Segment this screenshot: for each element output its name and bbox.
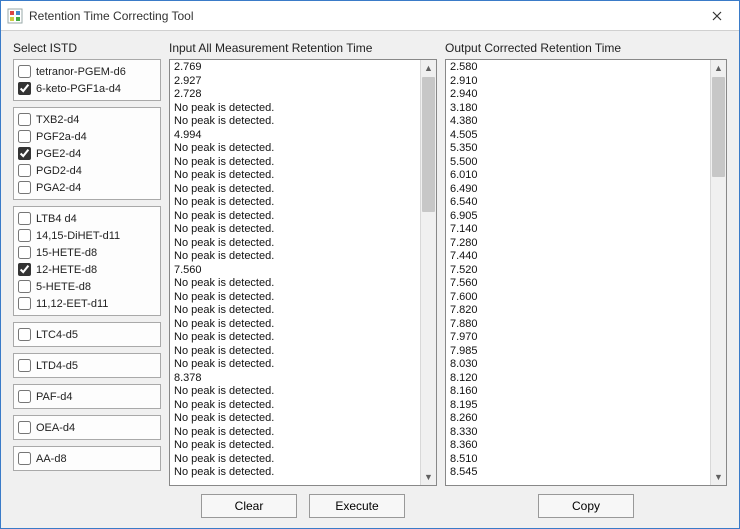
istd-checkbox[interactable] bbox=[18, 280, 31, 293]
istd-checkbox[interactable] bbox=[18, 328, 31, 341]
istd-item-label: 15-HETE-d8 bbox=[36, 247, 97, 259]
istd-group: PAF-d4 bbox=[13, 384, 161, 409]
istd-item[interactable]: 11,12-EET-d11 bbox=[18, 295, 156, 312]
istd-checkbox[interactable] bbox=[18, 421, 31, 434]
output-list-label: Output Corrected Retention Time bbox=[445, 41, 727, 55]
istd-item[interactable]: 14,15-DiHET-d11 bbox=[18, 227, 156, 244]
scroll-up-icon[interactable]: ▲ bbox=[711, 60, 726, 76]
istd-item[interactable]: PGF2a-d4 bbox=[18, 128, 156, 145]
istd-group: LTC4-d5 bbox=[13, 322, 161, 347]
scroll-down-icon[interactable]: ▼ bbox=[711, 469, 726, 485]
istd-group: tetranor-PGEM-d6 6-keto-PGF1a-d4 bbox=[13, 59, 161, 101]
scroll-down-icon[interactable]: ▼ bbox=[421, 469, 436, 485]
istd-checkbox[interactable] bbox=[18, 65, 31, 78]
istd-checkbox[interactable] bbox=[18, 82, 31, 95]
istd-item-label: 12-HETE-d8 bbox=[36, 264, 97, 276]
output-scroll-thumb[interactable] bbox=[712, 77, 725, 177]
istd-item-label: tetranor-PGEM-d6 bbox=[36, 66, 126, 78]
istd-item[interactable]: PGA2-d4 bbox=[18, 179, 156, 196]
copy-button[interactable]: Copy bbox=[538, 494, 634, 518]
istd-item-label: PAF-d4 bbox=[36, 391, 72, 403]
istd-checkbox[interactable] bbox=[18, 229, 31, 242]
istd-item-label: LTB4 d4 bbox=[36, 213, 77, 225]
istd-item[interactable]: tetranor-PGEM-d6 bbox=[18, 63, 156, 80]
select-istd-label: Select ISTD bbox=[13, 41, 161, 55]
istd-item[interactable]: TXB2-d4 bbox=[18, 111, 156, 128]
istd-item-label: PGA2-d4 bbox=[36, 182, 81, 194]
istd-item-label: LTC4-d5 bbox=[36, 329, 78, 341]
scroll-up-icon[interactable]: ▲ bbox=[421, 60, 436, 76]
titlebar: Retention Time Correcting Tool bbox=[1, 1, 739, 31]
istd-checkbox[interactable] bbox=[18, 246, 31, 259]
output-scrollbar[interactable]: ▲ ▼ bbox=[710, 60, 726, 485]
istd-item[interactable]: 12-HETE-d8 bbox=[18, 261, 156, 278]
istd-group: OEA-d4 bbox=[13, 415, 161, 440]
istd-item-label: AA-d8 bbox=[36, 453, 67, 465]
istd-checkbox[interactable] bbox=[18, 212, 31, 225]
istd-item-label: 5-HETE-d8 bbox=[36, 281, 91, 293]
istd-item-label: PGF2a-d4 bbox=[36, 131, 87, 143]
istd-checkbox[interactable] bbox=[18, 390, 31, 403]
istd-checkbox[interactable] bbox=[18, 297, 31, 310]
istd-item[interactable]: 6-keto-PGF1a-d4 bbox=[18, 80, 156, 97]
istd-item[interactable]: LTB4 d4 bbox=[18, 210, 156, 227]
window-title: Retention Time Correcting Tool bbox=[29, 9, 194, 23]
istd-item[interactable]: 5-HETE-d8 bbox=[18, 278, 156, 295]
istd-item[interactable]: 15-HETE-d8 bbox=[18, 244, 156, 261]
istd-item-label: OEA-d4 bbox=[36, 422, 75, 434]
istd-item[interactable]: LTD4-d5 bbox=[18, 357, 156, 374]
input-listbox[interactable]: 2.769 2.927 2.728 No peak is detected. N… bbox=[169, 59, 437, 486]
istd-item-label: PGE2-d4 bbox=[36, 148, 81, 160]
istd-checkbox[interactable] bbox=[18, 164, 31, 177]
istd-group: TXB2-d4 PGF2a-d4 PGE2-d4 PGD2-d4 PGA2-d4 bbox=[13, 107, 161, 200]
istd-checkbox[interactable] bbox=[18, 130, 31, 143]
istd-group: LTD4-d5 bbox=[13, 353, 161, 378]
istd-item[interactable]: PAF-d4 bbox=[18, 388, 156, 405]
app-icon bbox=[7, 8, 23, 24]
istd-item[interactable]: OEA-d4 bbox=[18, 419, 156, 436]
clear-button[interactable]: Clear bbox=[201, 494, 297, 518]
istd-item-label: TXB2-d4 bbox=[36, 114, 79, 126]
istd-item[interactable]: LTC4-d5 bbox=[18, 326, 156, 343]
close-button[interactable] bbox=[694, 1, 739, 31]
istd-checkbox[interactable] bbox=[18, 113, 31, 126]
input-scrollbar[interactable]: ▲ ▼ bbox=[420, 60, 436, 485]
istd-checkbox[interactable] bbox=[18, 452, 31, 465]
execute-button[interactable]: Execute bbox=[309, 494, 405, 518]
istd-checkbox[interactable] bbox=[18, 147, 31, 160]
istd-item[interactable]: PGD2-d4 bbox=[18, 162, 156, 179]
istd-groups: tetranor-PGEM-d6 6-keto-PGF1a-d4 TXB2-d4 PG… bbox=[13, 59, 161, 518]
istd-item-label: 14,15-DiHET-d11 bbox=[36, 230, 120, 242]
istd-group: AA-d8 bbox=[13, 446, 161, 471]
output-list-content: 2.580 2.910 2.940 3.180 4.380 4.505 5.35… bbox=[446, 60, 710, 485]
output-listbox[interactable]: 2.580 2.910 2.940 3.180 4.380 4.505 5.35… bbox=[445, 59, 727, 486]
istd-group: LTB4 d4 14,15-DiHET-d11 15-HETE-d8 12-HETE-… bbox=[13, 206, 161, 316]
istd-item[interactable]: PGE2-d4 bbox=[18, 145, 156, 162]
istd-item-label: 11,12-EET-d11 bbox=[36, 298, 108, 310]
istd-checkbox[interactable] bbox=[18, 181, 31, 194]
istd-item-label: 6-keto-PGF1a-d4 bbox=[36, 83, 121, 95]
istd-item-label: LTD4-d5 bbox=[36, 360, 78, 372]
input-list-label: Input All Measurement Retention Time bbox=[169, 41, 437, 55]
input-list-content: 2.769 2.927 2.728 No peak is detected. N… bbox=[170, 60, 420, 485]
input-scroll-thumb[interactable] bbox=[422, 77, 435, 212]
istd-checkbox[interactable] bbox=[18, 263, 31, 276]
istd-checkbox[interactable] bbox=[18, 359, 31, 372]
istd-item-label: PGD2-d4 bbox=[36, 165, 82, 177]
istd-item[interactable]: AA-d8 bbox=[18, 450, 156, 467]
